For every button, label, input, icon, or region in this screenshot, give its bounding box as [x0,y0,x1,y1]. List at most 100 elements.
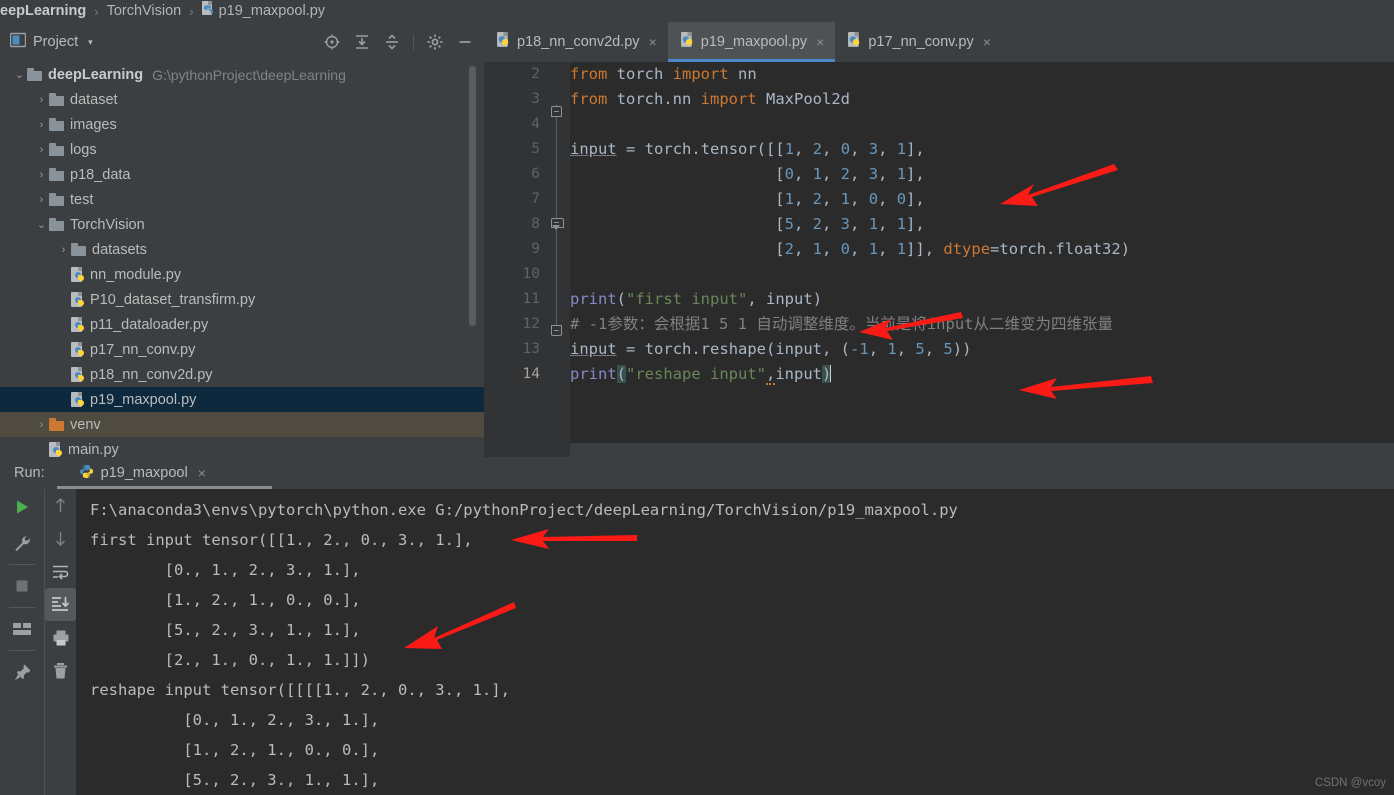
code-content[interactable]: from torch import nn from torch.nn impor… [570,62,1394,434]
chevron-right-icon[interactable]: › [34,419,49,431]
project-tree[interactable]: ⌄ deepLearning G:\pythonProject\deepLearni… [0,62,484,457]
code-line: input = torch.reshape(input, (-1, 1, 5, … [570,340,972,358]
collapse-all-icon[interactable] [383,33,401,51]
close-icon[interactable]: × [649,34,657,50]
tree-item-p19-maxpool-py[interactable]: p19_maxpool.py [0,387,484,412]
folder-icon [27,67,42,81]
stop-icon[interactable] [0,568,44,604]
python-file-icon [71,391,85,408]
run-tab-label: p19_maxpool [100,465,188,481]
tree-item-torchvision[interactable]: ⌄ TorchVision [0,212,484,237]
run-configuration-tab[interactable]: p19_maxpool × [56,457,273,489]
line-number: 4 [531,116,540,132]
project-window-icon [9,32,27,53]
code-line: [0, 1, 2, 3, 1], [570,165,925,183]
console-line: F:\anaconda3\envs\pytorch\python.exe G:/… [90,501,958,519]
arrow-up-icon[interactable] [45,489,76,522]
chevron-right-icon[interactable]: › [34,94,49,106]
run-icon[interactable] [0,489,44,525]
locate-icon[interactable] [323,33,341,51]
soft-wrap-icon[interactable] [45,555,76,588]
close-icon[interactable]: × [198,465,206,481]
hide-window-icon[interactable] [456,33,474,51]
console-line: [5., 2., 3., 1., 1.], [90,621,361,639]
pycharm-window: eepLearning › TorchVision › p19_maxpool.… [0,0,1394,795]
tree-item-label: deepLearning [48,66,144,83]
tree-item-p17-nn-conv-py[interactable]: p17_nn_conv.py [0,337,484,362]
chevron-right-icon[interactable]: › [34,119,49,131]
tree-item-logs[interactable]: › logs [0,137,484,162]
divider [9,564,35,565]
breadcrumb-item-folder[interactable]: TorchVision [107,3,182,19]
tree-item-label: images [70,116,117,133]
tree-item-label: P10_dataset_transfirm.py [90,291,256,308]
code-line: [5, 2, 3, 1, 1], [570,215,925,233]
tree-item-p18-nn-conv2d-py[interactable]: p18_nn_conv2d.py [0,362,484,387]
tree-item-nn-module-py[interactable]: nn_module.py [0,262,484,287]
code-line: [2, 1, 0, 1, 1]], dtype=torch.float32) [570,240,1131,258]
folder-icon [49,117,64,131]
print-icon[interactable] [45,621,76,654]
close-icon[interactable]: × [983,34,991,50]
python-file-icon [680,32,695,52]
code-folding-strip[interactable] [548,62,570,434]
console-line: [1., 2., 1., 0., 0.], [90,591,361,609]
tree-item-label: logs [70,141,97,158]
run-console-output[interactable]: F:\anaconda3\envs\pytorch\python.exe G:/… [76,489,1394,795]
tree-item-venv[interactable]: › venv [0,412,484,437]
trash-icon[interactable] [45,654,76,687]
code-editor[interactable]: 2 3 4 5 6 7 8 9 10 11 12 13 14 from torch import nn … [484,62,1394,434]
chevron-down-icon[interactable]: ⌄ [12,68,27,81]
fold-marker-bottom[interactable] [551,325,562,336]
tree-item-deeplearning[interactable]: ⌄ deepLearning G:\pythonProject\deepLearni… [0,62,484,87]
settings-gear-icon[interactable] [426,33,444,51]
expand-all-icon[interactable] [353,33,371,51]
chevron-right-icon[interactable]: › [34,169,49,181]
tree-item-p18-data[interactable]: › p18_data [0,162,484,187]
close-icon[interactable]: × [816,34,824,50]
tree-item-path: G:\pythonProject\deepLearning [152,66,346,83]
breadcrumb-item-project[interactable]: eepLearning [0,3,86,19]
fold-marker-expanded[interactable] [551,218,564,232]
toolbar-divider [413,34,414,50]
tree-item-p10-dataset-transfirm-py[interactable]: P10_dataset_transfirm.py [0,287,484,312]
tree-item-images[interactable]: › images [0,112,484,137]
tree-item-test[interactable]: › test [0,187,484,212]
line-number-gutter: 2 3 4 5 6 7 8 9 10 11 12 13 14 [484,62,548,434]
console-line: reshape input tensor([[[[1., 2., 0., 3.,… [90,681,510,699]
chevron-down-icon[interactable]: ⌄ [34,218,49,231]
tree-item-datasets[interactable]: › datasets [0,237,484,262]
project-tree-scrollbar[interactable] [469,66,476,326]
editor-tab-p17[interactable]: p17_nn_conv.py × [835,22,1002,62]
chevron-right-icon[interactable]: › [34,194,49,206]
breadcrumb-item-file[interactable]: p19_maxpool.py [219,3,325,19]
line-number: 9 [531,241,540,257]
arrow-down-icon[interactable] [45,522,76,555]
wrench-icon[interactable] [0,525,44,561]
layout-icon[interactable] [0,611,44,647]
python-file-icon [497,32,511,52]
chevron-down-icon[interactable]: ▾ [88,37,93,48]
editor-tab-p18[interactable]: p18_nn_conv2d.py × [484,22,668,62]
tree-item-main-py[interactable]: main.py [0,437,484,457]
editor-tab-p19[interactable]: p19_maxpool.py × [667,22,836,62]
tree-item-label: p19_maxpool.py [90,391,197,408]
fold-marker-top[interactable] [551,106,562,117]
run-label: Run: [14,465,45,481]
pin-icon[interactable] [0,654,44,690]
code-line-comment: # -1参数：会根据1 5 1 自动调整维度。当前是将input从二维变为四维张… [570,315,1113,333]
tree-item-dataset[interactable]: › dataset [0,87,484,112]
line-number: 7 [531,191,540,207]
chevron-right-icon[interactable]: › [56,244,71,256]
line-number: 3 [531,91,540,107]
chevron-right-icon[interactable]: › [34,144,49,156]
line-number: 6 [531,166,540,182]
scroll-to-end-icon[interactable] [45,588,76,621]
tree-item-p11-dataloader-py[interactable]: p11_dataloader.py [0,312,484,337]
editor-tab-bar: p18_nn_conv2d.py × p19_maxpool.py × p17_… [484,22,1394,62]
